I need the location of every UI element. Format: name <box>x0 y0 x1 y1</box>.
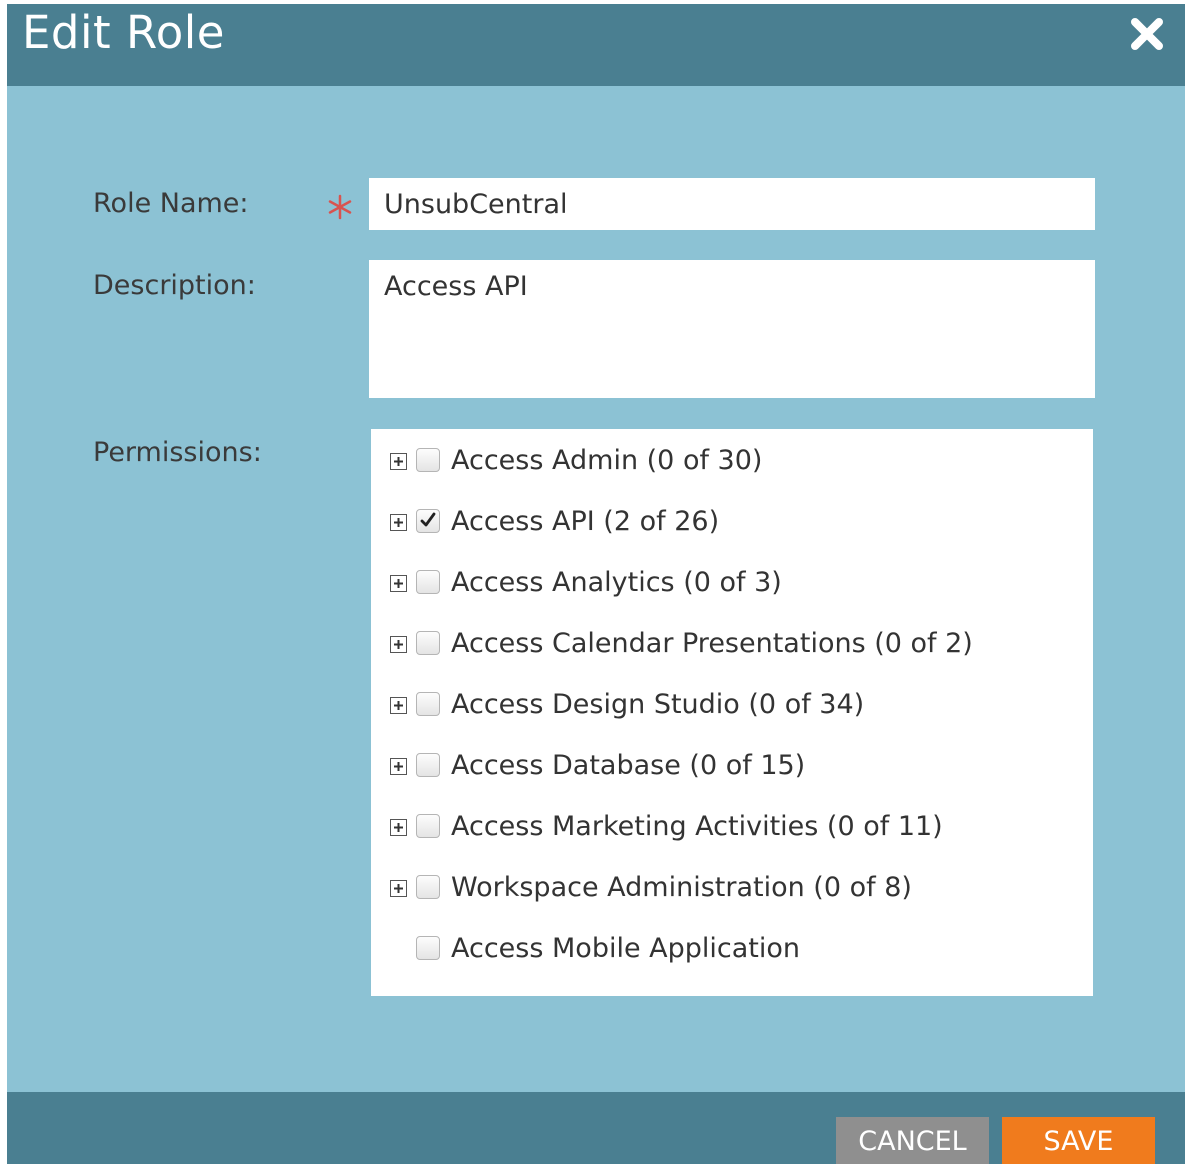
expand-plus-icon[interactable] <box>390 575 407 592</box>
permission-label: Access Database (0 of 15) <box>451 750 806 781</box>
permission-label: Access Mobile Application <box>451 933 801 964</box>
required-asterisk-icon <box>325 192 355 222</box>
expand-plus-icon[interactable] <box>390 636 407 653</box>
permission-label: Access Calendar Presentations (0 of 2) <box>451 628 973 659</box>
permission-row: Access Marketing Activities (0 of 11) <box>371 808 1093 848</box>
permission-label: Access Admin (0 of 30) <box>451 445 763 476</box>
expand-plus-icon[interactable] <box>390 758 407 775</box>
edit-role-dialog: Edit Role Role Name: UnsubCentral Descri… <box>7 4 1185 1164</box>
expand-plus-icon[interactable] <box>390 880 407 897</box>
cancel-button[interactable]: CANCEL <box>836 1117 989 1164</box>
permission-row: Access Database (0 of 15) <box>371 747 1093 787</box>
permissions-label: Permissions: <box>93 437 262 468</box>
permission-label: Access Design Studio (0 of 34) <box>451 689 865 720</box>
permissions-list: Access Admin (0 of 30) Access API (2 of 2… <box>371 429 1093 996</box>
permission-row: Access Calendar Presentations (0 of 2) <box>371 625 1093 665</box>
permission-checkbox[interactable] <box>416 570 440 594</box>
permission-row: Access Admin (0 of 30) <box>371 442 1093 482</box>
permission-row: Access Design Studio (0 of 34) <box>371 686 1093 726</box>
close-icon[interactable] <box>1127 14 1167 54</box>
role-name-label: Role Name: <box>93 188 249 219</box>
description-label: Description: <box>93 270 256 301</box>
dialog-footer: CANCEL SAVE <box>7 1092 1185 1164</box>
permission-checkbox[interactable] <box>416 631 440 655</box>
permission-row: Workspace Administration (0 of 8) <box>371 869 1093 909</box>
permission-label: Access Marketing Activities (0 of 11) <box>451 811 943 842</box>
permission-checkbox[interactable] <box>416 448 440 472</box>
expand-plus-icon[interactable] <box>390 453 407 470</box>
permission-label: Access API (2 of 26) <box>451 506 720 537</box>
permission-checkbox[interactable] <box>416 936 440 960</box>
permission-row: Access Analytics (0 of 3) <box>371 564 1093 604</box>
permission-row: Access API (2 of 26) <box>371 503 1093 543</box>
permission-checkbox[interactable] <box>416 875 440 899</box>
expand-plus-icon[interactable] <box>390 819 407 836</box>
dialog-header: Edit Role <box>7 4 1185 86</box>
permission-label: Workspace Administration (0 of 8) <box>451 872 912 903</box>
expand-plus-icon[interactable] <box>390 514 407 531</box>
save-button[interactable]: SAVE <box>1002 1117 1155 1164</box>
permission-label: Access Analytics (0 of 3) <box>451 567 782 598</box>
expand-plus-icon[interactable] <box>390 697 407 714</box>
permission-checkbox[interactable] <box>416 814 440 838</box>
description-textarea[interactable]: Access API <box>369 260 1095 398</box>
checkmark-icon <box>420 512 436 527</box>
permission-checkbox[interactable] <box>416 692 440 716</box>
dialog-title: Edit Role <box>22 6 225 59</box>
permission-checkbox[interactable] <box>416 753 440 777</box>
permission-checkbox[interactable] <box>416 509 440 533</box>
role-name-input[interactable]: UnsubCentral <box>369 178 1095 230</box>
permission-row: Access Mobile Application <box>371 930 1093 970</box>
